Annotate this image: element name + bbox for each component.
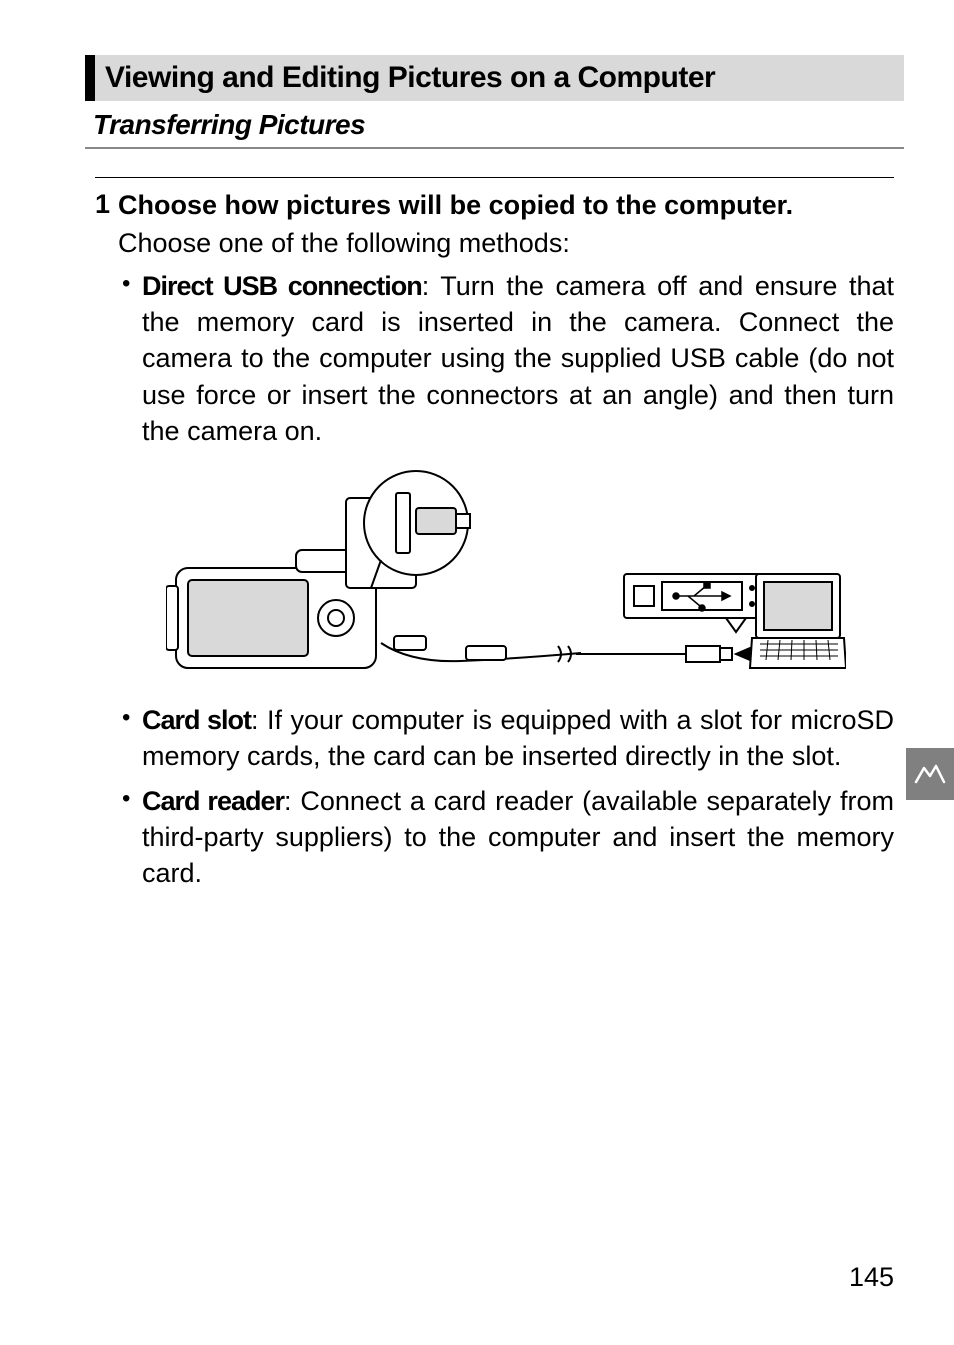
bullet-text: : If your computer is equipped with a sl… (142, 705, 894, 771)
subsection-heading: Transferring Pictures (85, 101, 904, 149)
bullet-card-slot: Card slot: If your computer is equipped … (118, 702, 894, 775)
step-block: 1 Choose how pictures will be copied to … (95, 177, 894, 900)
bullet-card-reader: Card reader: Connect a card reader (avai… (118, 783, 894, 892)
step-intro: Choose one of the following methods: (118, 225, 894, 261)
connection-diagram (118, 468, 894, 688)
bullet-label: Card reader (142, 786, 284, 816)
page-number: 145 (849, 1262, 894, 1293)
bullet-label: Direct USB connection (142, 271, 422, 301)
section-header: Viewing and Editing Pictures on a Comput… (85, 55, 904, 101)
step-number: 1 (95, 188, 110, 220)
side-tab-connections-icon (906, 748, 954, 800)
step-title: Choose how pictures will be copied to th… (118, 188, 894, 223)
bullet-direct-usb: Direct USB connection: Turn the camera o… (118, 268, 894, 450)
bullet-label: Card slot (142, 705, 251, 735)
